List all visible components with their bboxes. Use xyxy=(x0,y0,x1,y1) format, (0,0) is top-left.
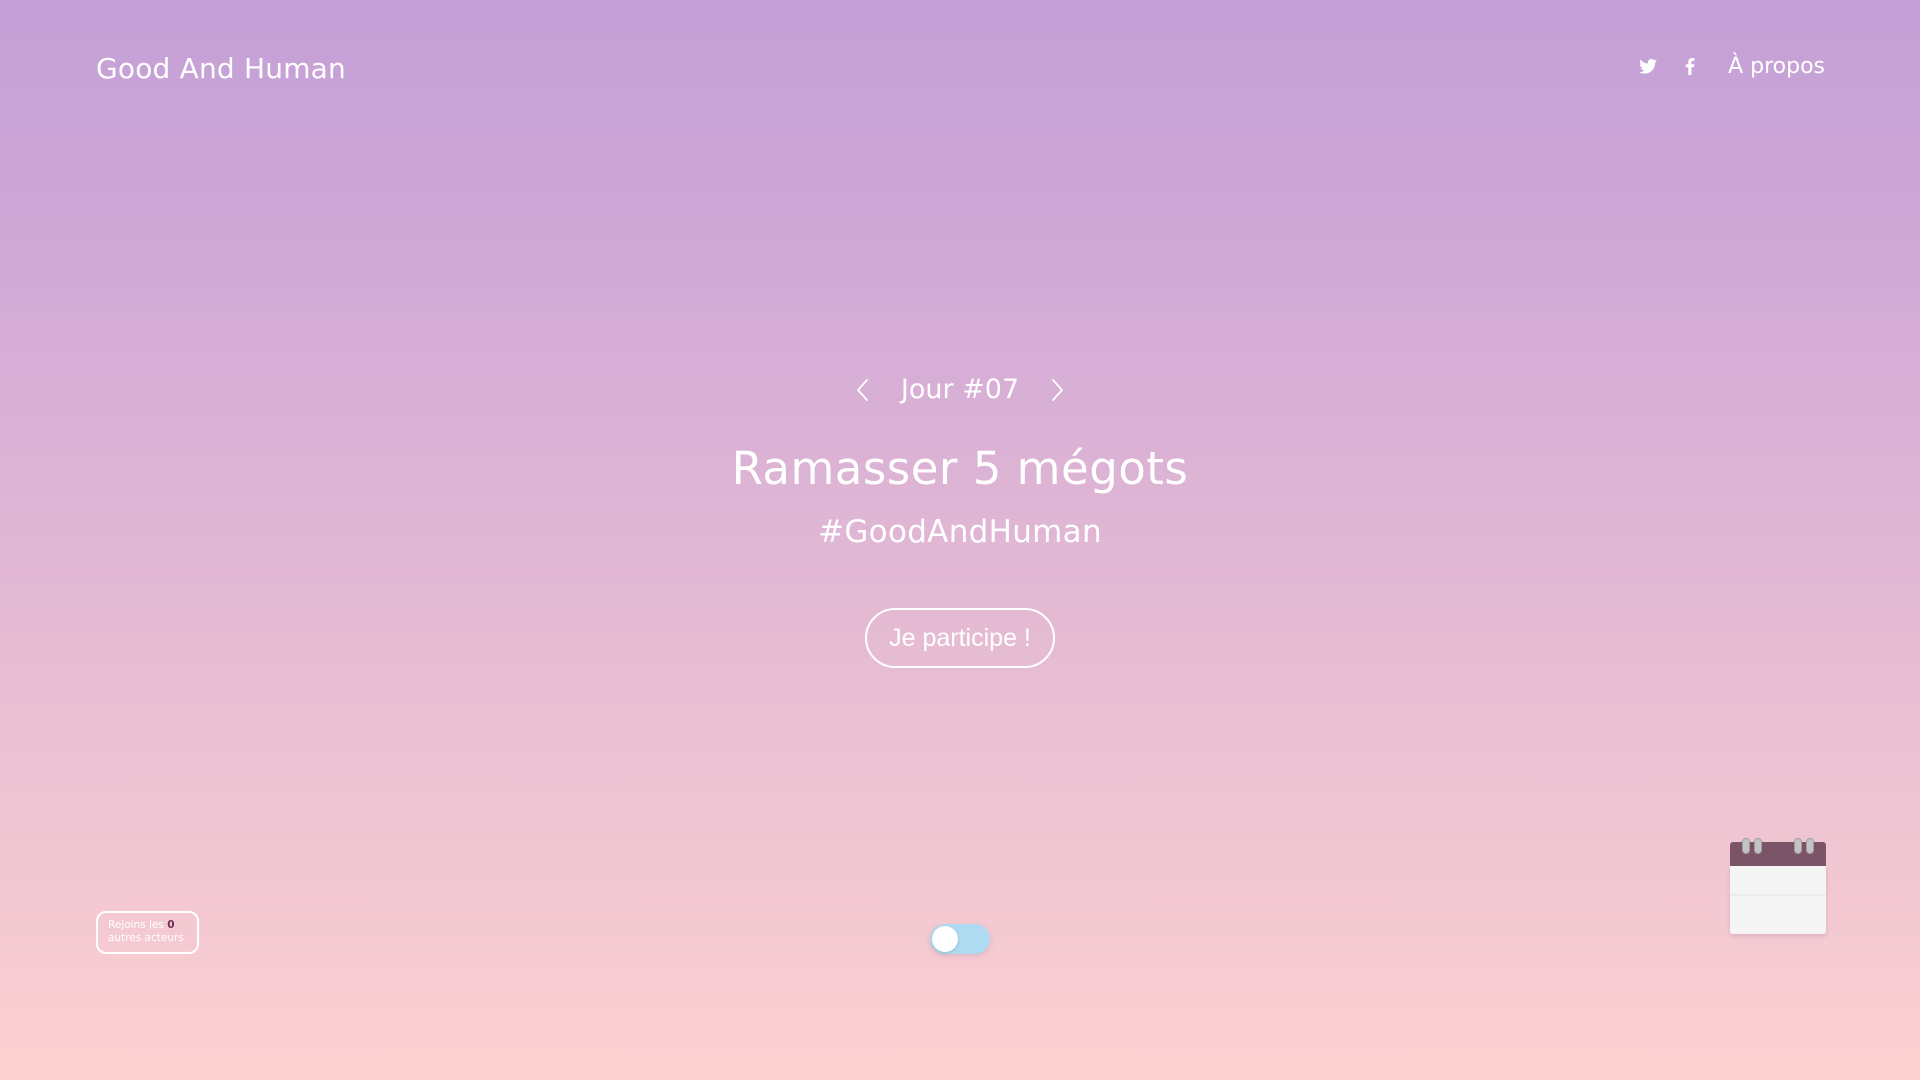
calendar-body xyxy=(1730,866,1826,934)
twitter-icon[interactable] xyxy=(1638,57,1658,77)
calendar-ring xyxy=(1742,838,1750,854)
join-count: 0 xyxy=(167,919,175,931)
calendar-divider xyxy=(1730,894,1826,896)
calendar-ring xyxy=(1754,838,1762,854)
day-label: Jour #07 xyxy=(900,374,1020,405)
day-navigator: Jour #07 xyxy=(0,374,1920,405)
join-badge[interactable]: Rejoins les 0 autres acteurs xyxy=(96,911,199,954)
calendar-ring xyxy=(1794,838,1802,854)
calendar-icon[interactable] xyxy=(1730,838,1826,938)
facebook-icon[interactable] xyxy=(1680,57,1700,77)
join-prefix: Rejoins les xyxy=(108,919,164,931)
chevron-left-icon[interactable] xyxy=(849,376,877,404)
chevron-right-icon[interactable] xyxy=(1043,376,1071,404)
toggle-knob xyxy=(932,926,958,952)
top-nav: À propos xyxy=(1638,54,1825,79)
hashtag: #GoodAndHuman xyxy=(818,514,1102,550)
participate-button[interactable]: Je participe ! xyxy=(865,608,1055,668)
calendar-ring xyxy=(1806,838,1814,854)
brand-logo[interactable]: Good And Human xyxy=(96,52,346,85)
about-link[interactable]: À propos xyxy=(1728,54,1825,79)
challenge-title: Ramasser 5 mégots xyxy=(731,442,1189,495)
mode-toggle[interactable] xyxy=(930,924,990,954)
join-suffix: autres acteurs xyxy=(108,932,184,944)
